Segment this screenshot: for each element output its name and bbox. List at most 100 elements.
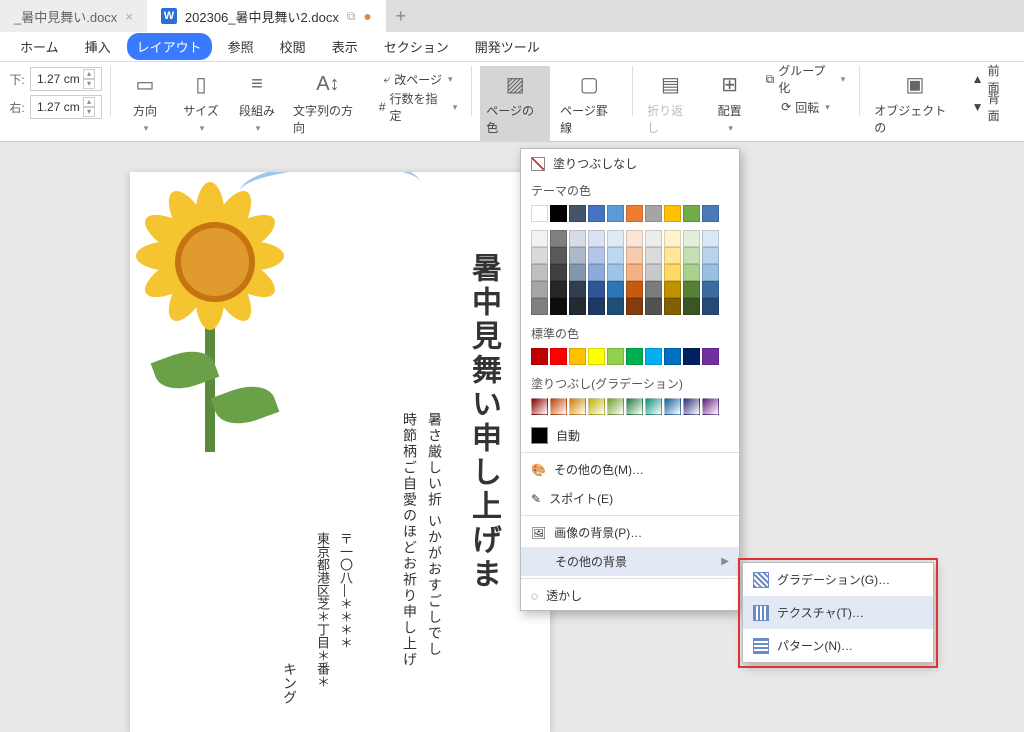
- auto-color-option[interactable]: 自動: [521, 421, 739, 450]
- color-swatch[interactable]: [664, 247, 681, 264]
- color-swatch[interactable]: [531, 281, 548, 298]
- color-swatch[interactable]: [702, 247, 719, 264]
- menu-home[interactable]: ホーム: [10, 33, 69, 60]
- color-swatch[interactable]: [702, 298, 719, 315]
- color-swatch[interactable]: [683, 247, 700, 264]
- doc-body-line-1[interactable]: 暑さ厳しい折 いかがおすごしでし: [425, 412, 445, 658]
- orientation-button[interactable]: ▭方向▾: [119, 66, 171, 138]
- align-button[interactable]: ⊞配置▾: [704, 66, 756, 138]
- color-swatch[interactable]: [683, 264, 700, 281]
- color-swatch[interactable]: [588, 230, 605, 247]
- color-swatch[interactable]: [569, 230, 586, 247]
- color-swatch[interactable]: [683, 281, 700, 298]
- menu-view[interactable]: 表示: [322, 33, 368, 60]
- menu-insert[interactable]: 挿入: [75, 33, 121, 60]
- texture-option[interactable]: テクスチャ(T)…: [743, 596, 933, 629]
- color-swatch[interactable]: [569, 205, 586, 222]
- color-swatch[interactable]: [569, 264, 586, 281]
- color-swatch[interactable]: [645, 205, 662, 222]
- more-colors-option[interactable]: 🎨 その他の色(M)…: [521, 455, 739, 484]
- color-swatch[interactable]: [607, 205, 624, 222]
- menu-review[interactable]: 校閲: [270, 33, 316, 60]
- color-swatch[interactable]: [626, 230, 643, 247]
- color-swatch[interactable]: [588, 298, 605, 315]
- color-swatch[interactable]: [607, 298, 624, 315]
- color-swatch[interactable]: [683, 398, 700, 415]
- color-swatch[interactable]: [702, 264, 719, 281]
- color-swatch[interactable]: [607, 398, 624, 415]
- color-swatch[interactable]: [588, 205, 605, 222]
- group-button[interactable]: ⧉グループ化▾: [760, 66, 852, 92]
- color-swatch[interactable]: [531, 247, 548, 264]
- color-swatch[interactable]: [550, 298, 567, 315]
- color-swatch[interactable]: [702, 281, 719, 298]
- doc-body-line-2[interactable]: 時節柄ご自愛のほどお祈り申し上げ: [400, 412, 420, 668]
- color-swatch[interactable]: [569, 348, 586, 365]
- color-swatch[interactable]: [569, 298, 586, 315]
- detach-icon[interactable]: ⧉: [347, 9, 356, 24]
- menu-references[interactable]: 参照: [218, 33, 264, 60]
- close-icon[interactable]: ×: [125, 9, 133, 24]
- tab-inactive[interactable]: _暑中見舞い.docx ×: [0, 0, 147, 32]
- no-fill-option[interactable]: 塗りつぶしなし: [521, 149, 739, 178]
- eyedropper-option[interactable]: ✎ スポイト(E): [521, 484, 739, 513]
- doc-address[interactable]: 東京都港区芝＊丁目＊番＊: [313, 532, 332, 688]
- color-swatch[interactable]: [645, 398, 662, 415]
- pattern-option[interactable]: パターン(N)…: [743, 629, 933, 662]
- color-swatch[interactable]: [569, 398, 586, 415]
- color-swatch[interactable]: [664, 205, 681, 222]
- color-swatch[interactable]: [664, 230, 681, 247]
- page-border-button[interactable]: ▢ページ罫線: [554, 66, 624, 140]
- color-swatch[interactable]: [531, 205, 548, 222]
- document-page[interactable]: 暑中見舞い申し上げま 暑さ厳しい折 いかがおすごしでし 時節柄ご自愛のほどお祈り…: [130, 172, 550, 732]
- page-break-button[interactable]: ⤶改ページ▾: [378, 66, 459, 92]
- color-swatch[interactable]: [569, 247, 586, 264]
- color-swatch[interactable]: [550, 247, 567, 264]
- color-swatch[interactable]: [588, 398, 605, 415]
- color-swatch[interactable]: [645, 230, 662, 247]
- color-swatch[interactable]: [550, 348, 567, 365]
- color-swatch[interactable]: [664, 298, 681, 315]
- color-swatch[interactable]: [683, 298, 700, 315]
- color-swatch[interactable]: [683, 205, 700, 222]
- color-swatch[interactable]: [531, 298, 548, 315]
- color-swatch[interactable]: [588, 281, 605, 298]
- color-swatch[interactable]: [626, 205, 643, 222]
- menu-section[interactable]: セクション: [374, 33, 459, 60]
- color-swatch[interactable]: [531, 398, 548, 415]
- color-swatch[interactable]: [702, 398, 719, 415]
- color-swatch[interactable]: [645, 348, 662, 365]
- color-swatch[interactable]: [645, 264, 662, 281]
- send-backward-button[interactable]: ▼背面: [966, 94, 1016, 120]
- color-swatch[interactable]: [531, 264, 548, 281]
- rotate-button[interactable]: ⟳回転▾: [775, 94, 836, 120]
- color-swatch[interactable]: [626, 348, 643, 365]
- gradient-option[interactable]: グラデーション(G)…: [743, 563, 933, 596]
- color-swatch[interactable]: [626, 398, 643, 415]
- color-swatch[interactable]: [607, 230, 624, 247]
- color-swatch[interactable]: [626, 264, 643, 281]
- menu-developer[interactable]: 開発ツール: [465, 33, 550, 60]
- color-swatch[interactable]: [550, 264, 567, 281]
- image-background-option[interactable]: 🖼 画像の背景(P)…: [521, 518, 739, 547]
- bring-forward-button[interactable]: ▲前面: [966, 66, 1016, 92]
- color-swatch[interactable]: [664, 281, 681, 298]
- color-swatch[interactable]: [645, 298, 662, 315]
- color-swatch[interactable]: [607, 247, 624, 264]
- color-swatch[interactable]: [702, 348, 719, 365]
- doc-postal-code[interactable]: 〒一〇八―＊＊＊＊: [336, 532, 355, 649]
- color-swatch[interactable]: [664, 264, 681, 281]
- new-tab-button[interactable]: +: [386, 6, 416, 27]
- margin-top-input[interactable]: 1.27 cm▴▾: [30, 67, 102, 91]
- color-swatch[interactable]: [550, 230, 567, 247]
- columns-button[interactable]: ≡段組み▾: [231, 66, 283, 138]
- tab-active[interactable]: W 202306_暑中見舞い2.docx ⧉ ●: [147, 0, 386, 32]
- color-swatch[interactable]: [588, 247, 605, 264]
- color-swatch[interactable]: [607, 281, 624, 298]
- doc-signature[interactable]: キング: [280, 662, 300, 704]
- color-swatch[interactable]: [588, 264, 605, 281]
- menu-layout[interactable]: レイアウト: [127, 33, 212, 60]
- line-numbers-button[interactable]: #行数を指定▾: [373, 94, 463, 120]
- color-swatch[interactable]: [626, 247, 643, 264]
- color-swatch[interactable]: [550, 398, 567, 415]
